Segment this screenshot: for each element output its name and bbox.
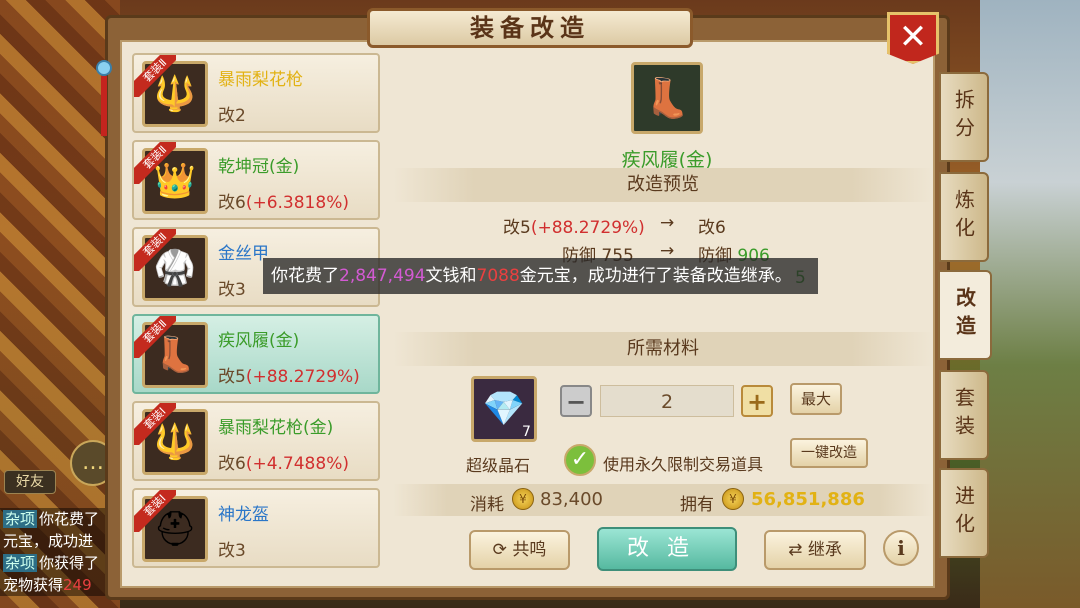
coin-icon: ¥ xyxy=(512,488,534,510)
arrow-icon: → xyxy=(660,213,675,233)
lantern-decoration xyxy=(96,60,112,150)
max-button[interactable]: 最大 xyxy=(790,383,842,415)
equipment-list: 套装Ⅱ 🔱 暴雨梨花枪 改2 套装Ⅱ 👑 乾坤冠(金) 改6(+6.3818%)… xyxy=(132,48,384,588)
quantity-increase-button[interactable]: + xyxy=(741,385,773,417)
set-badge: 套装Ⅱ xyxy=(134,316,176,358)
set-badge: 套装Ⅰ xyxy=(134,403,176,445)
list-item[interactable]: 套装Ⅰ 🔱 暴雨梨花枪(金) 改6(+4.7488%) xyxy=(132,401,380,481)
tab-modify[interactable]: 改造 xyxy=(938,270,992,360)
material-name: 超级晶石 xyxy=(466,456,531,475)
level-to: 改6 xyxy=(698,218,726,238)
list-item[interactable]: 套装Ⅱ 👑 乾坤冠(金) 改6(+6.3818%) xyxy=(132,140,380,220)
inherit-button[interactable]: ⇄ 继承 xyxy=(764,530,866,570)
tab-set[interactable]: 套装 xyxy=(939,370,989,460)
resonance-button[interactable]: ⟳ 共鸣 xyxy=(469,530,570,570)
set-badge: 套装Ⅰ xyxy=(134,490,176,532)
close-button[interactable]: ✕ xyxy=(887,12,939,64)
list-item[interactable]: 套装Ⅰ ⛑ 神龙盔 改3 xyxy=(132,488,380,568)
item-level: 改3 xyxy=(218,541,246,561)
game-scene-right xyxy=(980,0,1080,608)
quantity-field[interactable]: 2 xyxy=(600,385,734,417)
item-level: 改5(+88.2729%) xyxy=(218,367,360,387)
boots-icon[interactable]: 👢 xyxy=(631,62,703,134)
swirl-icon: ⟳ xyxy=(492,540,513,560)
swap-icon: ⇄ xyxy=(788,540,808,560)
use-bound-items-label: 使用永久限制交易道具 xyxy=(603,455,764,474)
tab-evolve[interactable]: 进化 xyxy=(939,468,989,558)
materials-header: 所需材料 xyxy=(393,332,933,366)
item-name: 神龙盔 xyxy=(218,505,269,525)
set-badge: 套装Ⅱ xyxy=(134,229,176,271)
material-count: 7 xyxy=(522,424,531,440)
tab-dismantle[interactable]: 拆分 xyxy=(939,72,989,162)
own-label: 拥有 xyxy=(680,495,714,515)
item-level: 改2 xyxy=(218,106,246,126)
quantity-decrease-button[interactable]: − xyxy=(560,385,592,417)
consume-label: 消耗 xyxy=(470,495,504,515)
item-name: 暴雨梨花枪(金) xyxy=(218,418,334,438)
friend-button[interactable]: 好友 xyxy=(4,470,56,494)
item-level: 改6(+6.3818%) xyxy=(218,193,349,213)
own-value: 56,851,886 xyxy=(751,489,865,510)
tab-refine-smelt[interactable]: 炼化 xyxy=(939,172,989,262)
set-badge: 套装Ⅱ xyxy=(134,142,176,184)
item-name: 金丝甲 xyxy=(218,244,269,264)
coin-icon: ¥ xyxy=(722,488,744,510)
list-item[interactable]: 套装Ⅱ 🔱 暴雨梨花枪 改2 xyxy=(132,53,380,133)
item-level: 改6(+4.7488%) xyxy=(218,454,349,474)
item-level: 改3 xyxy=(218,280,246,300)
level-from: 改5(+88.2729%) xyxy=(503,218,645,238)
notification-toast: 你花费了2,847,494文钱和7088金元宝，成功进行了装备改造继承。 xyxy=(263,258,818,294)
one-click-refine-button[interactable]: 一键改造 xyxy=(790,438,868,468)
list-item-selected[interactable]: 套装Ⅱ 👢 疾风履(金) 改5(+88.2729%) xyxy=(132,314,380,394)
item-name: 暴雨梨花枪 xyxy=(218,70,303,90)
preview-header: 改造预览 xyxy=(393,168,933,202)
window-title: 装备改造 xyxy=(367,8,693,48)
set-badge: 套装Ⅱ xyxy=(134,55,176,97)
info-button[interactable]: i xyxy=(883,530,919,566)
item-name: 疾风履(金) xyxy=(218,331,300,351)
consume-value: 83,400 xyxy=(540,489,603,510)
item-name: 乾坤冠(金) xyxy=(218,157,300,177)
checkbox-checked-icon[interactable]: ✓ xyxy=(564,444,596,476)
refine-button[interactable]: 改造 xyxy=(597,527,737,571)
